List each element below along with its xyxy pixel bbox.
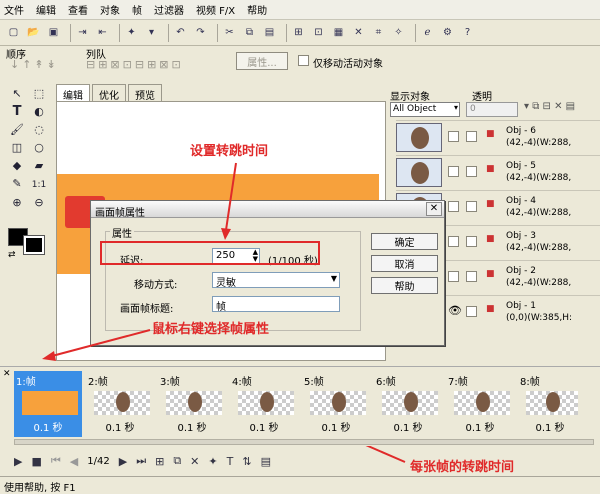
play-icon[interactable]: ▶ (14, 455, 22, 468)
frame-thumbnail (94, 391, 150, 415)
frame-delay: 0.1 秒 (249, 423, 279, 434)
prev-frame-icon[interactable]: ◀ (70, 455, 78, 468)
frame-label: 8:帧 (520, 377, 540, 388)
reverse-icon[interactable]: ⇅ (242, 455, 251, 468)
frame-8[interactable]: 8:帧 0.1 秒 (518, 371, 582, 437)
next-frame-icon[interactable]: ▶ (119, 455, 127, 468)
text-frame-icon[interactable]: T (227, 455, 234, 468)
frame-thumbnail (526, 391, 578, 415)
frame-delay: 0.1 秒 (177, 423, 207, 434)
frame-3[interactable]: 3:帧 0.1 秒 (158, 371, 226, 437)
frame-delay: 0.1 秒 (33, 423, 63, 434)
frame-thumbnail (22, 391, 78, 415)
frame-timeline: ✕ 1:帧 0.1 秒 2:帧 0.1 秒 3:帧 0.1 秒 4:帧 0.1 … (0, 366, 600, 446)
first-frame-icon[interactable]: ⏮ (51, 454, 61, 468)
frame-label: 2:帧 (88, 377, 108, 388)
arrow-head (42, 351, 56, 361)
frame-delay: 0.1 秒 (535, 423, 565, 434)
duplicate-frame-icon[interactable]: ⧉ (173, 454, 181, 468)
add-frame-icon[interactable]: ⊞ (155, 455, 164, 468)
wand-icon[interactable]: ✦ (208, 455, 217, 468)
frame-label: 6:帧 (376, 377, 396, 388)
frame-delay: 0.1 秒 (321, 423, 351, 434)
frame-thumbnail (238, 391, 294, 415)
arrow-head (221, 228, 231, 240)
frame-label: 5:帧 (304, 377, 324, 388)
delete-frame-icon[interactable]: ✕ (190, 455, 199, 468)
frame-5[interactable]: 5:帧 0.1 秒 (302, 371, 370, 437)
frame-label: 7:帧 (448, 377, 468, 388)
frame-thumbnail (166, 391, 222, 415)
annotation-set-time: 设置转跳时间 (190, 144, 269, 159)
frame-1[interactable]: 1:帧 0.1 秒 (14, 371, 82, 437)
arrow-right-click (51, 329, 151, 357)
timeline-scrollbar[interactable] (14, 439, 594, 445)
annotation-right-click: 鼠标右键选择帧属性 (152, 322, 270, 337)
last-frame-icon[interactable]: ⏭ (136, 454, 146, 468)
frame-label: 1:帧 (16, 377, 36, 388)
frame-delay: 0.1 秒 (393, 423, 423, 434)
frame-thumbnail (382, 391, 438, 415)
arrow-set-time (225, 162, 237, 231)
frame-2[interactable]: 2:帧 0.1 秒 (86, 371, 154, 437)
frame-4[interactable]: 4:帧 0.1 秒 (230, 371, 298, 437)
frame-delay: 0.1 秒 (465, 423, 495, 434)
frame-counter: 1/42 (87, 455, 110, 467)
properties-icon[interactable]: ▤ (261, 455, 271, 468)
stop-icon[interactable]: ■ (31, 455, 41, 468)
frame-label: 3:帧 (160, 377, 180, 388)
frame-7[interactable]: 7:帧 0.1 秒 (446, 371, 514, 437)
status-text: 使用帮助, 按 F1 (4, 483, 76, 494)
annotation-each-frame: 每张帧的转跳时间 (410, 460, 515, 475)
frame-thumbnail (454, 391, 510, 415)
status-bar: 使用帮助, 按 F1 (0, 476, 600, 494)
frame-delay: 0.1 秒 (105, 423, 135, 434)
timeline-close-icon[interactable]: ✕ (3, 369, 11, 379)
frame-label: 4:帧 (232, 377, 252, 388)
frame-thumbnail (310, 391, 366, 415)
frame-6[interactable]: 6:帧 0.1 秒 (374, 371, 442, 437)
